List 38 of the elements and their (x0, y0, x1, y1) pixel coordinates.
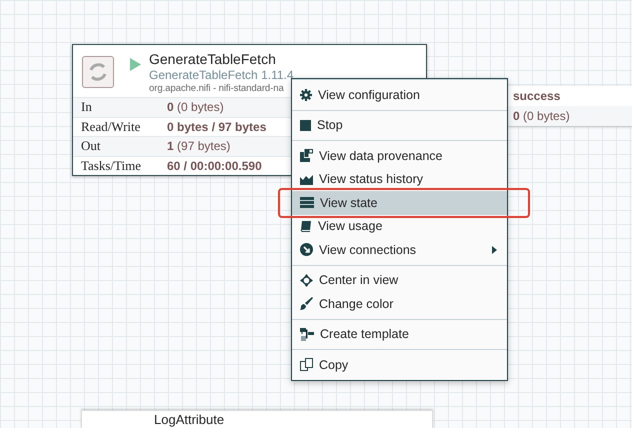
area-chart-icon (300, 174, 313, 185)
processor-type: GenerateTableFetch 1.11.4 (149, 68, 294, 82)
stat-label: Read/Write (80, 118, 142, 135)
crosshair-icon (300, 274, 313, 287)
processor-name: GenerateTableFetch (149, 51, 277, 68)
stat-label: Tasks/Time (80, 158, 142, 174)
menu-item[interactable]: Change color (292, 292, 507, 316)
menu-item[interactable]: View data provenance (292, 144, 507, 168)
connection-name: success (513, 89, 560, 103)
menu-item[interactable]: View connections (292, 238, 507, 262)
menu-item[interactable]: Stop (292, 114, 507, 137)
stat-label: In (80, 99, 93, 116)
stat-value: 0 bytes / 97 bytes (167, 120, 266, 134)
copy-icon (300, 358, 313, 372)
provenance-icon (300, 149, 313, 162)
book-icon (300, 220, 312, 232)
stat-value: 60 / 00:00:00.590 (167, 158, 262, 173)
menu-item[interactable]: View usage (292, 214, 507, 238)
paintbrush-icon (300, 297, 313, 310)
stat-value: 1 (97 bytes) (167, 139, 230, 154)
menu-item[interactable]: Copy (292, 353, 507, 376)
menu-item[interactable]: Create template (292, 322, 507, 346)
template-icon (300, 328, 314, 341)
processor-name: LogAttribute (154, 412, 224, 427)
stat-label: Out (80, 138, 102, 154)
list-icon (300, 197, 314, 208)
stat-value: 0 (0 bytes) (167, 100, 224, 114)
gear-icon (300, 88, 312, 101)
menu-item[interactable]: View state (292, 191, 507, 214)
menu-item[interactable]: Center in view (292, 268, 507, 292)
processor-icon (82, 56, 114, 88)
processor-bundle: org.apache.nifi - nifi-standard-na (149, 82, 285, 96)
arrow-circle-icon (300, 243, 313, 256)
caret-icon (492, 246, 497, 254)
stop-icon (300, 120, 311, 131)
menu-item[interactable]: View configuration (292, 83, 507, 106)
menu-item[interactable]: View status history (292, 168, 507, 191)
queued-value: 0 (0 bytes) (513, 109, 570, 123)
